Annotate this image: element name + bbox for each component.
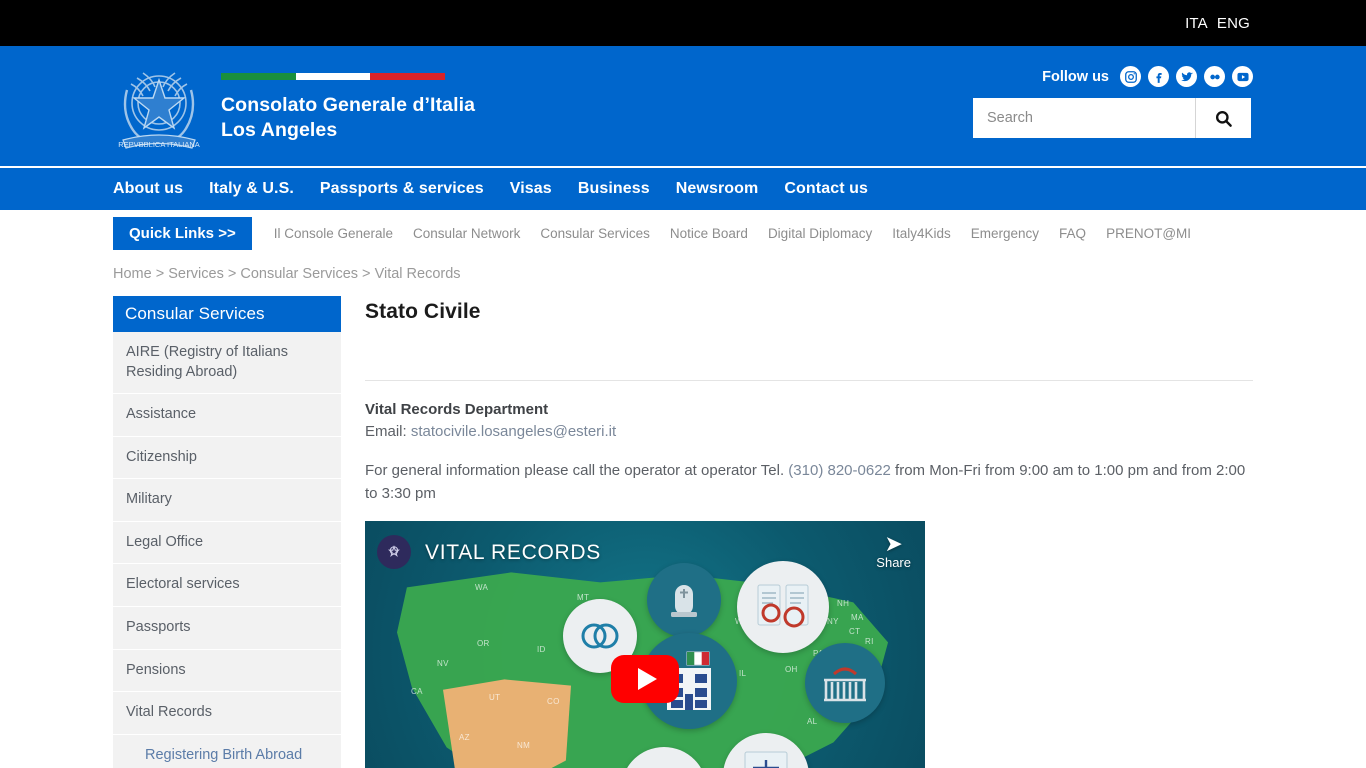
site-title-line2: Los Angeles xyxy=(221,119,338,141)
nav-item-about-us[interactable]: About us xyxy=(113,180,183,198)
state-abbr: MA xyxy=(851,613,864,623)
highlighted-states-shape xyxy=(443,679,571,768)
svg-text:REPVBBLICA ITALIANA: REPVBBLICA ITALIANA xyxy=(118,140,200,149)
state-abbr: OR xyxy=(477,639,490,649)
main-navigation: About us Italy & U.S. Passports & services… xyxy=(0,166,1366,210)
video-title: VITAL RECORDS xyxy=(425,541,601,565)
youtube-video-embed[interactable]: WA MT ND OR ID SD UT CO AZ NM NV CA WI M… xyxy=(365,521,925,768)
quick-link-consular-services[interactable]: Consular Services xyxy=(540,226,650,241)
quick-link-prenot-mi[interactable]: PRENOT@MI xyxy=(1106,226,1191,241)
general-info-text: For general information please call the … xyxy=(365,460,1253,506)
sidebar-item-pensions[interactable]: Pensions xyxy=(113,649,341,693)
main-content: Stato Civile Vital Records Department Em… xyxy=(365,296,1253,768)
state-abbr: ID xyxy=(537,645,546,655)
breadcrumb-item-vital-records[interactable]: Vital Records xyxy=(375,266,461,282)
quick-link-notice-board[interactable]: Notice Board xyxy=(670,226,748,241)
quick-link-digital-diplomacy[interactable]: Digital Diplomacy xyxy=(768,226,872,241)
sidebar-item-electoral-services[interactable]: Electoral services xyxy=(113,564,341,607)
facebook-icon[interactable] xyxy=(1148,66,1169,87)
sidebar-heading: Consular Services xyxy=(113,296,341,332)
documents-bubble-icon xyxy=(737,561,829,654)
site-brand[interactable]: REPVBBLICA ITALIANA Consolato Generale d… xyxy=(113,56,475,156)
search-box[interactable] xyxy=(973,98,1251,138)
email-link[interactable]: statocivile.losangeles@esteri.it xyxy=(411,423,616,440)
sidebar-item-registering-birth-abroad[interactable]: Registering Birth Abroad xyxy=(113,734,341,768)
sidebar-item-citizenship[interactable]: Citizenship xyxy=(113,436,341,480)
email-line: Email: statocivile.losangeles@esteri.it xyxy=(365,421,1253,444)
quick-link-consular-network[interactable]: Consular Network xyxy=(413,226,520,241)
search-button[interactable] xyxy=(1195,98,1251,138)
nav-item-business[interactable]: Business xyxy=(578,180,650,198)
state-abbr: NV xyxy=(437,659,449,669)
breadcrumb: Home > Services > Consular Services > Vi… xyxy=(113,266,461,282)
sidebar-item-aire-registry-of-italians-residing-abroad[interactable]: AIRE (Registry of Italians Residing Abro… xyxy=(113,332,341,395)
search-input[interactable] xyxy=(973,98,1195,138)
nav-item-contact-us[interactable]: Contact us xyxy=(784,180,868,198)
play-triangle-icon xyxy=(637,667,657,690)
state-abbr: UT xyxy=(489,693,501,703)
share-label: Share xyxy=(876,555,911,571)
lang-ita-link[interactable]: ITA xyxy=(1185,15,1208,32)
info-prefix: For general information please call the … xyxy=(365,461,789,479)
instagram-icon[interactable] xyxy=(1120,66,1141,87)
state-abbr: NY xyxy=(827,617,839,627)
quick-link-emergency[interactable]: Emergency xyxy=(971,226,1039,241)
quick-link-il-console-generale[interactable]: Il Console Generale xyxy=(274,226,393,241)
state-abbr: OH xyxy=(785,665,798,675)
breadcrumb-item-services[interactable]: Services xyxy=(168,266,224,282)
sidebar-item-passports[interactable]: Passports xyxy=(113,606,341,650)
state-abbr: IL xyxy=(739,669,747,679)
state-abbr: NH xyxy=(837,599,850,609)
sidebar-item-legal-office[interactable]: Legal Office xyxy=(113,521,341,565)
content-divider xyxy=(365,380,1253,381)
nav-item-passports-services[interactable]: Passports & services xyxy=(320,180,484,198)
italian-republic-emblem-icon: REPVBBLICA ITALIANA xyxy=(118,72,200,149)
twitter-icon[interactable] xyxy=(1176,66,1197,87)
crib-bubble-icon xyxy=(805,643,885,724)
follow-us-row: Follow us xyxy=(973,66,1253,87)
breadcrumb-item-consular-services[interactable]: Consular Services xyxy=(240,266,358,282)
follow-us-label: Follow us xyxy=(1042,68,1109,85)
video-play-button[interactable] xyxy=(611,654,679,703)
site-header: REPVBBLICA ITALIANA Consolato Generale d… xyxy=(0,46,1366,166)
video-share-button[interactable]: ➤ Share xyxy=(876,531,911,571)
phone-link[interactable]: (310) 820-0622 xyxy=(788,462,891,479)
nav-item-italy-u-s[interactable]: Italy & U.S. xyxy=(209,180,294,198)
state-abbr: CT xyxy=(849,627,861,637)
page-title: Stato Civile xyxy=(365,300,481,323)
sidebar-item-assistance[interactable]: Assistance xyxy=(113,394,341,437)
nav-item-newsroom[interactable]: Newsroom xyxy=(676,180,759,198)
state-abbr: AL xyxy=(807,717,818,727)
sidebar-item-military[interactable]: Military xyxy=(113,479,341,522)
department-name: Vital Records Department xyxy=(365,401,549,418)
quick-links-button[interactable]: Quick Links >> xyxy=(113,217,252,250)
quick-link-italy4kids[interactable]: Italy4Kids xyxy=(892,226,951,241)
share-arrow-icon: ➤ xyxy=(884,531,903,557)
email-label: Email: xyxy=(365,423,411,440)
quick-link-faq[interactable]: FAQ xyxy=(1059,226,1086,241)
quick-links-bar: Quick Links >> Il Console Generale Consul… xyxy=(0,210,1366,258)
site-title-line1: Consolato Generale d’Italia xyxy=(221,94,476,117)
nav-item-visas[interactable]: Visas xyxy=(510,180,552,198)
top-language-bar: ITA ENG xyxy=(0,0,1366,46)
italian-flag-stripe xyxy=(221,73,446,81)
state-abbr: AZ xyxy=(459,733,470,743)
state-abbr: NM xyxy=(517,741,531,751)
sidebar: Consular Services AIRE (Registry of Ital… xyxy=(113,296,341,768)
state-abbr: CA xyxy=(411,687,423,697)
state-abbr: RI xyxy=(865,637,874,647)
gravestone-bubble-icon xyxy=(647,563,721,638)
flickr-icon[interactable] xyxy=(1204,66,1225,87)
state-abbr: CO xyxy=(547,697,560,707)
sidebar-item-vital-records[interactable]: Vital Records xyxy=(113,692,341,735)
breadcrumb-item-home[interactable]: Home xyxy=(113,266,152,282)
lang-eng-link[interactable]: ENG xyxy=(1217,15,1250,32)
search-icon xyxy=(1215,110,1232,127)
state-abbr: WA xyxy=(475,583,489,593)
youtube-icon[interactable] xyxy=(1232,66,1253,87)
